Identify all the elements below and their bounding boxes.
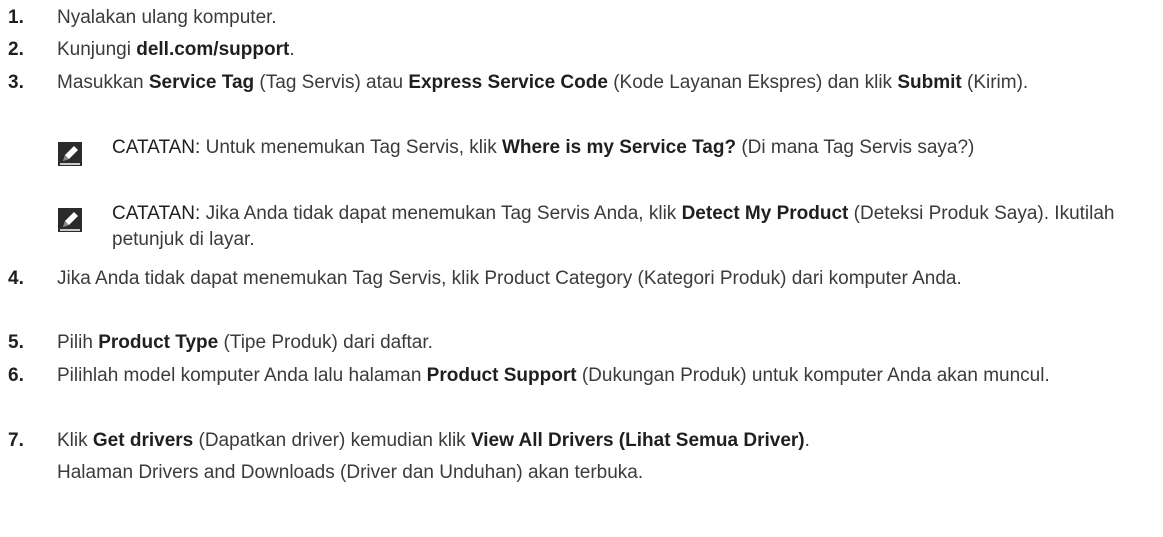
procedure-document: 1. Nyalakan ulang komputer. 2. Kunjungi …	[0, 0, 1163, 537]
step-text: Kunjungi dell.com/support.	[57, 39, 295, 60]
note-label: CATATAN:	[112, 137, 201, 158]
step-text: Pilih Product Type (Tipe Produk) dari da…	[57, 332, 433, 353]
step-number: 5.	[8, 332, 24, 353]
step-number: 3.	[8, 72, 24, 93]
url-text: dell.com/support	[136, 39, 290, 60]
note-label: CATATAN:	[112, 203, 201, 224]
step-text: Nyalakan ulang komputer.	[57, 7, 277, 28]
pencil-note-icon	[58, 142, 82, 166]
step-number: 4.	[8, 268, 24, 289]
step-text: Klik Get drivers (Dapatkan driver) kemud…	[57, 430, 810, 451]
note-text: CATATAN: Untuk menemukan Tag Servis, kli…	[112, 137, 975, 158]
step-text: Masukkan Service Tag (Tag Servis) atau E…	[57, 72, 1029, 93]
step-number: 7.	[8, 430, 24, 451]
note-text: CATATAN: Jika Anda tidak dapat menemukan…	[112, 203, 1115, 250]
step-number: 6.	[8, 365, 24, 386]
step-number: 2.	[8, 39, 24, 60]
step-text: Jika Anda tidak dapat menemukan Tag Serv…	[57, 268, 962, 289]
step-number: 1.	[8, 7, 24, 28]
pencil-note-icon	[58, 208, 82, 232]
step-result-text: Halaman Drivers and Downloads (Driver da…	[57, 462, 644, 483]
step-text: Pilihlah model komputer Anda lalu halama…	[57, 365, 1050, 386]
